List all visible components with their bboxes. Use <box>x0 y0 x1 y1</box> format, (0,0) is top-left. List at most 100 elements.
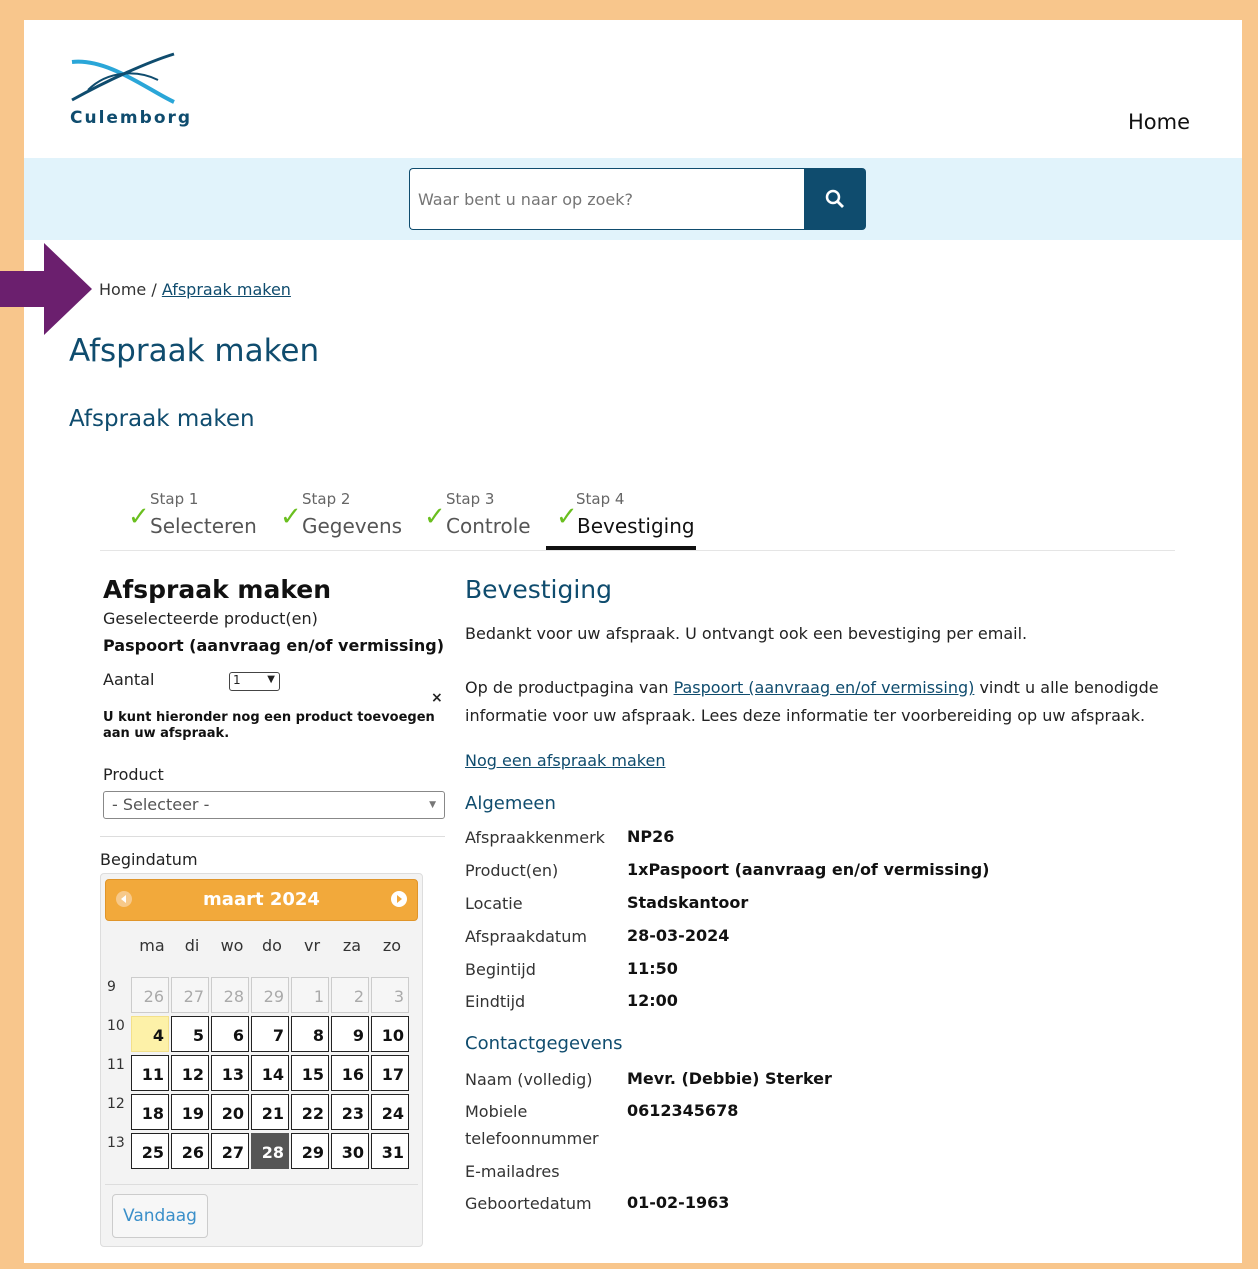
calendar-day[interactable]: 29 <box>291 1133 329 1169</box>
arrow-right-icon <box>0 243 92 335</box>
detail-value: 01-02-1963 <box>627 1193 730 1212</box>
step-number: Stap 2 <box>302 490 351 508</box>
calendar-month: maart 2024 <box>203 889 320 910</box>
weekday-header: do <box>262 936 282 955</box>
calendar-day[interactable]: 17 <box>371 1055 409 1091</box>
calendar-day[interactable]: 27 <box>211 1133 249 1169</box>
detail-key: Geboortedatum <box>465 1194 592 1213</box>
check-icon: ✓ <box>128 502 150 532</box>
logo-text: Culemborg <box>70 108 193 128</box>
calendar-day[interactable]: 18 <box>131 1094 169 1130</box>
calendar-day[interactable]: 7 <box>251 1016 289 1052</box>
detail-value: NP26 <box>627 827 675 846</box>
search-input[interactable] <box>409 168 805 230</box>
search-band <box>24 158 1242 240</box>
today-button[interactable]: Vandaag <box>112 1194 208 1238</box>
product-select[interactable]: - Selecteer - ▼ <box>103 791 445 819</box>
step-tabs: ✓ Stap 1 Selecteren ✓ Stap 2 Gegevens ✓ … <box>100 488 1175 551</box>
weekday-header: za <box>342 936 362 955</box>
step-2[interactable]: ✓ Stap 2 Gegevens <box>280 488 405 550</box>
calendar-day[interactable]: 26 <box>171 1133 209 1169</box>
calendar-day: 2 <box>331 977 369 1013</box>
calendar-day[interactable]: 5 <box>171 1016 209 1052</box>
step-3[interactable]: ✓ Stap 3 Controle <box>424 488 539 550</box>
chevron-down-icon: ▼ <box>267 674 275 685</box>
another-appointment-link[interactable]: Nog een afspraak maken <box>465 747 665 775</box>
step-4[interactable]: ✓ Stap 4 Bevestiging <box>546 488 696 550</box>
calendar-day[interactable]: 16 <box>331 1055 369 1091</box>
section-title: Afspraak maken <box>69 406 255 432</box>
weekday-header: ma <box>139 936 165 955</box>
selected-product-name: Paspoort (aanvraag en/of vermissing) <box>103 636 445 655</box>
breadcrumb-home[interactable]: Home <box>99 280 146 299</box>
detail-value: Mevr. (Debbie) Sterker <box>627 1069 832 1088</box>
nav-home-link[interactable]: Home <box>1128 110 1190 134</box>
calendar-day[interactable]: 13 <box>211 1055 249 1091</box>
aantal-select[interactable]: 1 ▼ <box>229 672 280 691</box>
calendar-day[interactable]: 31 <box>371 1133 409 1169</box>
next-month-icon[interactable] <box>391 891 407 907</box>
calendar-day[interactable]: 10 <box>371 1016 409 1052</box>
divider <box>100 836 445 837</box>
calendar-day[interactable]: 15 <box>291 1055 329 1091</box>
detail-key: Locatie <box>465 894 523 913</box>
calendar-day[interactable]: 28 <box>251 1133 289 1169</box>
check-icon: ✓ <box>556 502 578 532</box>
calendar-day[interactable]: 22 <box>291 1094 329 1130</box>
detail-key: Eindtijd <box>465 992 526 1011</box>
calendar-day[interactable]: 6 <box>211 1016 249 1052</box>
thanks-text: Bedankt voor uw afspraak. U ontvangt ook… <box>465 624 1028 643</box>
calendar-day[interactable]: 14 <box>251 1055 289 1091</box>
datepicker: maart 2024 ma di wo do vr za zo 9 26 27 28 29 1 2 3 10 4… <box>100 873 423 1247</box>
page: Culemborg Home Home / Afspraak maken Afs… <box>24 20 1242 1263</box>
aantal-value: 1 <box>233 673 241 687</box>
calendar-day[interactable]: 30 <box>331 1133 369 1169</box>
detail-key: Product(en) <box>465 861 559 880</box>
selected-products-label: Geselecteerde product(en) <box>103 609 318 628</box>
left-title: Afspraak maken <box>103 575 332 604</box>
calendar-day[interactable]: 25 <box>131 1133 169 1169</box>
product-page-link[interactable]: Paspoort (aanvraag en/of vermissing) <box>674 678 975 697</box>
detail-value: 1xPaspoort (aanvraag en/of vermissing) <box>627 860 990 879</box>
detail-key: Afspraakdatum <box>465 927 587 946</box>
calendar-day[interactable]: 24 <box>371 1094 409 1130</box>
calendar-day[interactable]: 4 <box>131 1016 169 1052</box>
calendar-day[interactable]: 9 <box>331 1016 369 1052</box>
weekday-header: vr <box>303 936 321 955</box>
week-number: 10 <box>107 1018 125 1034</box>
detail-value: 11:50 <box>627 959 678 978</box>
caret-down-icon: ▼ <box>429 800 436 810</box>
calendar-day[interactable]: 21 <box>251 1094 289 1130</box>
add-product-note: U kunt hieronder nog een product toevoeg… <box>103 710 435 741</box>
search-button[interactable] <box>804 168 866 230</box>
breadcrumb: Home / Afspraak maken <box>99 280 291 299</box>
detail-value: 12:00 <box>627 991 678 1010</box>
divider <box>105 1184 418 1185</box>
weekday-header: wo <box>220 936 244 955</box>
calendar-day[interactable]: 11 <box>131 1055 169 1091</box>
begindatum-label: Begindatum <box>100 850 198 869</box>
calendar-day[interactable]: 12 <box>171 1055 209 1091</box>
calendar-day[interactable]: 8 <box>291 1016 329 1052</box>
detail-key: Mobiele telefoonnummer <box>465 1102 599 1148</box>
detail-key: Naam (volledig) <box>465 1070 593 1089</box>
prev-month-icon[interactable] <box>116 891 132 907</box>
calendar-header: maart 2024 <box>105 879 418 921</box>
calendar-day[interactable]: 20 <box>211 1094 249 1130</box>
step-1[interactable]: ✓ Stap 1 Selecteren <box>128 488 258 550</box>
calendar-day: 1 <box>291 977 329 1013</box>
algemeen-heading: Algemeen <box>465 793 556 814</box>
product-label: Product <box>103 765 164 784</box>
calendar-day: 27 <box>171 977 209 1013</box>
contact-heading: Contactgegevens <box>465 1033 623 1054</box>
calendar-day[interactable]: 19 <box>171 1094 209 1130</box>
page-title: Afspraak maken <box>69 333 320 369</box>
detail-value: 28-03-2024 <box>627 926 730 945</box>
step-label: Bevestiging <box>577 514 695 538</box>
calendar-day[interactable]: 23 <box>331 1094 369 1130</box>
breadcrumb-current[interactable]: Afspraak maken <box>162 280 291 299</box>
product-select-value: - Selecteer - <box>112 795 210 814</box>
remove-product-icon[interactable]: × <box>431 690 443 706</box>
step-number: Stap 3 <box>446 490 495 508</box>
confirmation-title: Bevestiging <box>465 575 613 604</box>
